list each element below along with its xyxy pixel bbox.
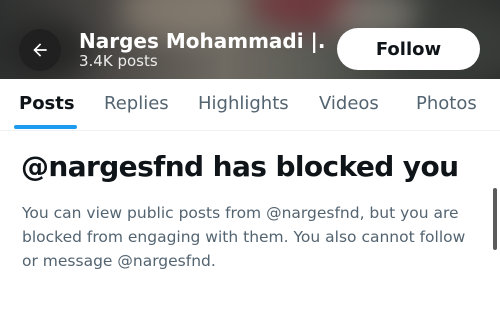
tab-posts[interactable]: Posts: [19, 93, 75, 115]
back-button[interactable]: [19, 29, 61, 71]
follow-button[interactable]: Follow: [337, 28, 480, 70]
profile-page: Narges Mohammadi |... 3.4K posts Follow …: [0, 0, 500, 312]
blocked-description: You can view public posts from @nargesfn…: [22, 204, 466, 270]
post-count: 3.4K posts: [79, 52, 158, 70]
active-tab-indicator: [14, 125, 77, 129]
scrollbar[interactable]: [493, 188, 497, 250]
profile-name: Narges Mohammadi |...: [79, 29, 324, 53]
profile-header-text: Narges Mohammadi |... 3.4K posts: [79, 29, 324, 70]
blocked-title: @nargesfnd has blocked you: [21, 150, 459, 183]
tab-highlights[interactable]: Highlights: [198, 93, 289, 115]
profile-tabs: Posts Replies Highlights Videos Photos: [0, 79, 500, 131]
arrow-left-icon: [33, 43, 47, 57]
tab-photos[interactable]: Photos: [416, 93, 477, 115]
tab-replies[interactable]: Replies: [104, 93, 169, 115]
tab-videos[interactable]: Videos: [319, 93, 379, 115]
profile-header: Narges Mohammadi |... 3.4K posts Follow: [0, 0, 500, 79]
